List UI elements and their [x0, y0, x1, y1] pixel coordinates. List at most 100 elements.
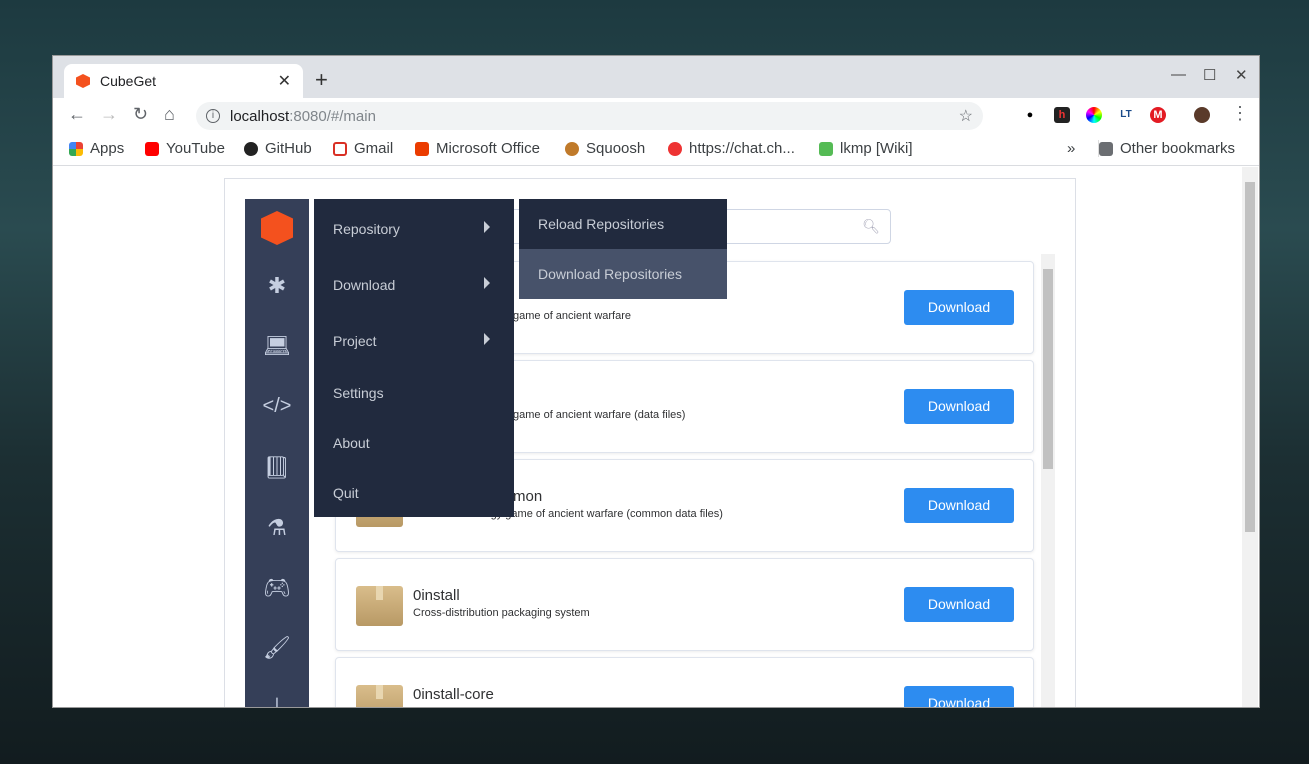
- menu-item-about[interactable]: About: [333, 435, 370, 451]
- bookmark-label: https://chat.ch...: [689, 140, 795, 157]
- tab-strip: CubeGet ✕ + — ☐ ✕: [53, 56, 1259, 98]
- url-path: :8080/#/main: [289, 107, 376, 125]
- profile-avatar[interactable]: [1194, 107, 1210, 123]
- search-icon: 🔍︎: [862, 218, 880, 234]
- bookmark-microsoft-office[interactable]: Microsoft Office: [415, 140, 540, 157]
- bookmark-youtube[interactable]: YouTube: [145, 140, 225, 157]
- package-name: 0install-core: [413, 686, 494, 703]
- package-box-icon: [356, 586, 403, 626]
- bookmark-label: YouTube: [166, 140, 225, 157]
- menu-item-settings[interactable]: Settings: [333, 385, 384, 401]
- minimize-button[interactable]: —: [1171, 66, 1186, 83]
- package-card: 0install Cross-distribution packaging sy…: [335, 558, 1034, 651]
- menu-item-project[interactable]: Project: [333, 333, 377, 349]
- asterisk-icon[interactable]: ✱: [245, 273, 309, 299]
- mega-extension-icon[interactable]: M: [1150, 107, 1166, 123]
- overflow-chevron-icon: »: [1067, 140, 1076, 157]
- bookmark-label: GitHub: [265, 140, 312, 157]
- maximize-button[interactable]: ☐: [1203, 66, 1216, 84]
- other-bookmarks[interactable]: Other bookmarks: [1098, 140, 1235, 157]
- bookmarks-overflow-button[interactable]: »: [1067, 140, 1075, 157]
- apps-grid-icon: [69, 141, 83, 156]
- close-tab-icon[interactable]: ✕: [278, 71, 291, 91]
- address-bar[interactable]: i localhost :8080/#/main ☆: [196, 102, 983, 130]
- bookmark-github[interactable]: GitHub: [244, 140, 312, 157]
- browser-window: CubeGet ✕ + — ☐ ✕ ← → ↻ ⌂ i localhost :8…: [52, 55, 1260, 708]
- bookmark-squoosh[interactable]: Squoosh: [565, 140, 645, 157]
- back-icon[interactable]: ←: [68, 104, 86, 125]
- bookmark-label: Gmail: [354, 140, 394, 157]
- bookmark-label: Squoosh: [586, 140, 646, 157]
- package-card: 0install-core Download: [335, 657, 1034, 707]
- squoosh-icon: [565, 141, 579, 156]
- folder-icon: [1099, 141, 1113, 156]
- download-button[interactable]: Download: [904, 587, 1014, 622]
- caret-right-icon: [484, 277, 490, 289]
- scrollbar-thumb[interactable]: [1245, 182, 1255, 532]
- office-icon: [415, 141, 429, 156]
- main-menu: Repository Download Project Settings Abo…: [314, 199, 514, 517]
- bookmark-lkmp-wiki[interactable]: lkmp [Wiki]: [819, 140, 913, 157]
- bookmark-label: Apps: [90, 140, 125, 157]
- download-button[interactable]: Download: [904, 488, 1014, 523]
- package-name: 0install: [413, 587, 460, 604]
- flask-icon[interactable]: ⚗︎: [245, 515, 309, 541]
- download-button[interactable]: Download: [904, 686, 1014, 707]
- gmail-icon: [333, 141, 347, 156]
- bookmark-apps[interactable]: Apps: [69, 140, 124, 157]
- package-name: mon: [513, 488, 543, 505]
- bookmark-gmail[interactable]: Gmail: [333, 140, 393, 157]
- wiki-icon: [819, 141, 833, 156]
- caret-right-icon: [484, 221, 490, 233]
- bookmark-label: Microsoft Office: [436, 140, 540, 157]
- puzzle-icon[interactable]: ⊥: [245, 693, 309, 707]
- url-host: localhost: [230, 107, 290, 125]
- youtube-icon: [145, 141, 159, 156]
- package-description: Cross-distribution packaging system: [413, 607, 590, 619]
- home-icon[interactable]: ⌂: [164, 104, 175, 125]
- package-description: game of ancient warfare (data files): [513, 409, 686, 421]
- list-scrollbar[interactable]: [1041, 254, 1055, 707]
- h-extension-icon[interactable]: h: [1054, 107, 1070, 123]
- github-icon: [244, 141, 258, 156]
- book-icon[interactable]: 📕︎: [245, 455, 309, 481]
- forward-icon[interactable]: →: [100, 104, 118, 125]
- bookmarks-bar: Apps YouTube GitHub Gmail Microsoft Offi…: [53, 132, 1259, 166]
- submenu-download-repositories[interactable]: Download Repositories: [519, 249, 727, 299]
- bookmark-star-icon[interactable]: ☆: [959, 106, 973, 126]
- color-picker-extension-icon[interactable]: [1086, 107, 1102, 123]
- package-description: game of ancient warfare: [513, 310, 632, 322]
- info-icon[interactable]: i: [206, 109, 220, 123]
- toolbar: ← → ↻ ⌂ i localhost :8080/#/main ☆ ● h L…: [53, 98, 1259, 132]
- download-button[interactable]: Download: [904, 290, 1014, 325]
- menu-kebab-icon[interactable]: ⋮: [1231, 103, 1249, 124]
- menu-item-repository[interactable]: Repository: [333, 221, 400, 237]
- download-button[interactable]: Download: [904, 389, 1014, 424]
- gnome-extension-icon[interactable]: ●: [1022, 107, 1038, 123]
- submenu-reload-repositories[interactable]: Reload Repositories: [519, 199, 727, 249]
- close-window-button[interactable]: ✕: [1235, 66, 1248, 84]
- page-scrollbar[interactable]: [1242, 167, 1258, 707]
- menu-item-quit[interactable]: Quit: [333, 485, 359, 501]
- bookmark-label: Other bookmarks: [1120, 140, 1236, 157]
- new-tab-button[interactable]: +: [315, 67, 328, 93]
- caret-right-icon: [484, 333, 490, 345]
- sidebar: ✱ 💻︎ </> 📕︎ ⚗︎ 🎮︎ 🖌︎ ⊥: [245, 199, 309, 707]
- laptop-icon[interactable]: 💻︎: [245, 333, 309, 359]
- code-icon[interactable]: </>: [245, 395, 309, 418]
- menu-item-download[interactable]: Download: [333, 277, 395, 293]
- tab-title: CubeGet: [100, 73, 157, 89]
- package-box-icon: [356, 685, 403, 707]
- repository-submenu: Reload Repositories Download Repositorie…: [519, 199, 727, 299]
- brush-icon[interactable]: 🖌︎: [245, 635, 309, 661]
- chat-icon: [668, 141, 682, 156]
- cubeget-logo[interactable]: [261, 211, 293, 245]
- cubeget-favicon: [76, 74, 90, 88]
- reload-icon[interactable]: ↻: [133, 104, 148, 125]
- list-scrollbar-thumb[interactable]: [1043, 269, 1053, 469]
- gamepad-icon[interactable]: 🎮︎: [245, 575, 309, 601]
- bookmark-label: lkmp [Wiki]: [840, 140, 913, 157]
- languagetool-extension-icon[interactable]: LT: [1118, 107, 1134, 123]
- tab-cubeget[interactable]: CubeGet ✕: [64, 64, 303, 98]
- bookmark-chat[interactable]: https://chat.ch...: [668, 140, 795, 157]
